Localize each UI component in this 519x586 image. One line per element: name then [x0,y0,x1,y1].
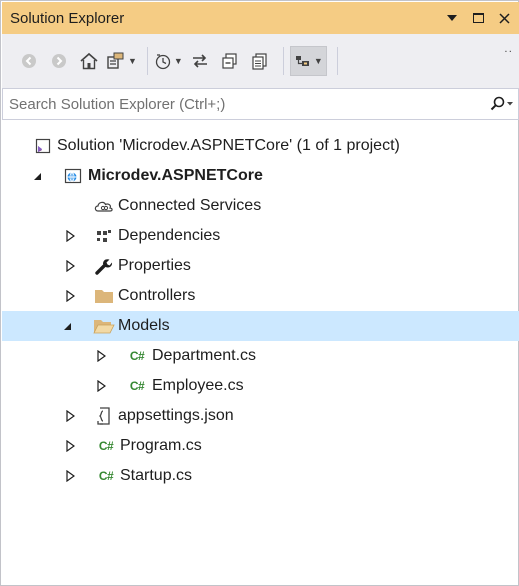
chevron-down-icon[interactable]: ▼ [128,56,137,66]
csharp-file-icon: C# [129,379,145,393]
tree-item-label: Controllers [118,287,196,304]
collapse-all-icon[interactable] [217,46,243,76]
collapsed-arrow-icon[interactable] [94,349,108,363]
search-input[interactable] [3,95,484,113]
tree-item-label: Microdev.ASPNETCore [88,167,263,184]
toolbar: ▼ ▼ ▼ ․․ [2,34,519,88]
window-position-dropdown-icon[interactable] [441,7,463,29]
tree-item-label: Solution 'Microdev.ASPNETCore' (1 of 1 p… [57,137,400,154]
folder-icon [93,285,115,307]
tree-item-label: Properties [118,257,191,274]
tree-item-label: Startup.cs [120,467,193,484]
collapsed-arrow-icon[interactable] [63,259,77,273]
search-icon[interactable] [484,89,518,119]
switch-views-icon[interactable]: ▼ [106,46,137,76]
window-title: Solution Explorer [10,9,125,27]
tree-item-models[interactable]: Models [2,311,519,341]
tree-item-project[interactable]: Microdev.ASPNETCore [2,161,519,191]
chevron-down-icon[interactable]: ▼ [314,56,323,66]
solution-icon [32,135,54,157]
tree-item-label: Models [118,317,170,334]
maximize-icon[interactable] [467,7,489,29]
forward-icon[interactable] [46,46,72,76]
collapsed-arrow-icon[interactable] [94,379,108,393]
close-icon[interactable] [493,7,515,29]
tree-item-properties[interactable]: Properties [2,251,519,281]
tree-item-label: Dependencies [118,227,221,244]
expanded-arrow-icon[interactable] [60,319,74,333]
tree-item-employee-cs[interactable]: C# Employee.cs [2,371,519,401]
tree-item-label: Employee.cs [152,377,244,394]
toolbar-separator [336,47,338,75]
preview-selected-items-icon[interactable]: ▼ [289,46,327,76]
tree-item-label: Connected Services [118,197,262,214]
home-icon[interactable] [76,46,102,76]
connected-services-cloud-icon [93,195,115,217]
web-project-icon [62,165,84,187]
dependencies-icon [93,225,115,247]
toolbar-overflow-icon[interactable]: ․․ [504,44,513,55]
pending-changes-clock-icon[interactable]: ▼ [154,46,183,76]
wrench-icon [93,255,115,277]
toolbar-separator [282,47,284,75]
chevron-down-icon[interactable]: ▼ [174,56,183,66]
tree-item-startup-cs[interactable]: C# Startup.cs [2,461,519,491]
solution-tree: Solution 'Microdev.ASPNETCore' (1 of 1 p… [2,131,519,491]
csharp-file-icon: C# [98,469,114,483]
toolbar-separator [146,47,148,75]
json-file-icon [93,405,115,427]
sync-with-active-document-icon[interactable] [187,46,213,76]
tree-item-solution[interactable]: Solution 'Microdev.ASPNETCore' (1 of 1 p… [2,131,519,161]
tree-item-department-cs[interactable]: C# Department.cs [2,341,519,371]
collapsed-arrow-icon[interactable] [63,409,77,423]
collapsed-arrow-icon[interactable] [63,229,77,243]
folder-open-icon [93,315,115,337]
title-bar: Solution Explorer [2,2,519,34]
tree-item-controllers[interactable]: Controllers [2,281,519,311]
tree-item-dependencies[interactable]: Dependencies [2,221,519,251]
collapsed-arrow-icon[interactable] [63,469,77,483]
csharp-file-icon: C# [129,349,145,363]
expanded-arrow-icon[interactable] [30,169,44,183]
solution-explorer-window: Solution Explorer ▼ ▼ ▼ ․․ Search Soluti… [0,0,519,586]
tree-item-label: Program.cs [120,437,202,454]
tree-item-program-cs[interactable]: C# Program.cs [2,431,519,461]
tree-item-appsettings-json[interactable]: appsettings.json [2,401,519,431]
csharp-file-icon: C# [98,439,114,453]
collapsed-arrow-icon[interactable] [63,439,77,453]
tree-item-label: Department.cs [152,347,257,364]
tree-item-label: appsettings.json [118,407,234,424]
show-all-files-icon[interactable] [247,46,273,76]
tree-item-connected-services[interactable]: Connected Services [2,191,519,221]
back-icon[interactable] [16,46,42,76]
search-box [2,88,519,120]
collapsed-arrow-icon[interactable] [63,289,77,303]
